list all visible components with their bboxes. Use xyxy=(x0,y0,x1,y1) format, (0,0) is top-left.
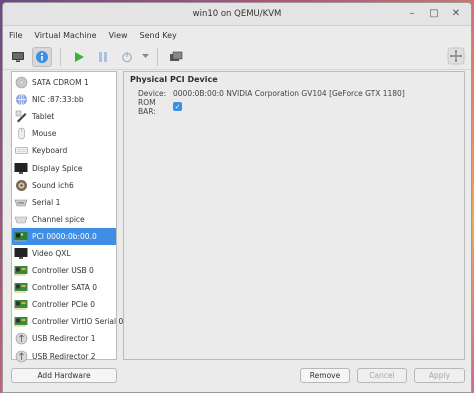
pause-button[interactable] xyxy=(93,47,113,67)
hardware-item-label: Serial 1 xyxy=(32,197,61,207)
hardware-item[interactable]: Display Spice xyxy=(12,159,116,176)
hardware-item[interactable]: Controller USB 0 xyxy=(12,262,116,279)
serial-icon xyxy=(14,196,28,209)
controller-icon xyxy=(14,281,28,294)
shutdown-button[interactable] xyxy=(117,47,137,67)
hardware-item-label: Controller USB 0 xyxy=(32,266,94,276)
toolbar xyxy=(3,44,471,70)
hardware-item[interactable]: Mouse xyxy=(12,125,116,142)
display-icon xyxy=(14,162,28,175)
hardware-list: SATA CDROM 1 NIC :87:33:bb Tablet Mouse Keyb… xyxy=(11,71,123,362)
cdrom-icon xyxy=(14,76,28,89)
apply-button[interactable]: Apply xyxy=(414,368,465,383)
menu-view[interactable]: View xyxy=(109,31,128,40)
hardware-item-label: Mouse xyxy=(32,129,57,139)
shutdown-menu-button[interactable] xyxy=(141,54,149,59)
hardware-item[interactable]: Tablet xyxy=(12,108,116,125)
controller-icon xyxy=(14,264,28,277)
usb-redirector-icon xyxy=(14,332,28,345)
monitor-icon xyxy=(12,51,24,62)
pci-icon xyxy=(14,230,28,243)
usb-redirector-icon xyxy=(14,350,28,363)
hardware-item-label: Controller PCIe 0 xyxy=(32,300,96,310)
hardware-item-label: Video QXL xyxy=(32,248,71,258)
menu-virtual-machine[interactable]: Virtual Machine xyxy=(34,31,96,40)
hardware-item[interactable]: USB Redirector 1 xyxy=(12,330,116,347)
hardware-item-label: Display Spice xyxy=(32,163,83,173)
hardware-item-label: Controller SATA 0 xyxy=(32,283,98,293)
detail-panel: Physical PCI Device Device: 0000:0B:00:0… xyxy=(123,71,465,360)
close-icon[interactable]: ✕ xyxy=(449,7,463,21)
menubar: File Virtual Machine View Send Key xyxy=(3,26,471,44)
snapshot-icon xyxy=(170,51,183,61)
window-controls: – □ ✕ xyxy=(405,7,463,21)
detail-title: Physical PCI Device xyxy=(130,75,218,84)
hardware-item-label: PCI 0000:0b:00.0 xyxy=(32,231,97,241)
hardware-item-label: Sound ich6 xyxy=(32,180,74,190)
device-row: Device: 0000:0B:00:0 NVIDIA Corporation … xyxy=(130,87,458,100)
keyboard-icon xyxy=(14,144,28,157)
hardware-item[interactable]: Controller SATA 0 xyxy=(12,279,116,296)
hardware-item[interactable]: Sound ich6 xyxy=(12,177,116,194)
device-value: 0000:0B:00:0 NVIDIA Corporation GV104 [G… xyxy=(173,89,405,98)
chevron-down-icon xyxy=(141,54,149,58)
hardware-item[interactable]: Controller VirtIO Serial 0 xyxy=(12,313,123,330)
menu-file[interactable]: File xyxy=(9,31,22,40)
hardware-item-label: NIC :87:33:bb xyxy=(32,95,84,105)
hardware-item[interactable]: SATA CDROM 1 xyxy=(12,74,116,91)
hardware-item[interactable]: Video QXL xyxy=(12,245,116,262)
hardware-item[interactable]: NIC :87:33:bb xyxy=(12,91,116,108)
console-button[interactable] xyxy=(8,47,28,67)
hardware-item[interactable]: Controller PCIe 0 xyxy=(12,296,116,313)
power-icon xyxy=(122,51,132,62)
hardware-item-label: USB Redirector 2 xyxy=(32,351,96,361)
hardware-item-label: SATA CDROM 1 xyxy=(32,78,89,88)
hardware-item-label: Tablet xyxy=(32,112,55,122)
controller-icon xyxy=(14,298,28,311)
content: SATA CDROM 1 NIC :87:33:bb Tablet Mouse Keyb… xyxy=(11,71,465,392)
maximize-icon[interactable]: □ xyxy=(427,7,441,21)
hardware-item[interactable]: Channel spice xyxy=(12,211,116,228)
cancel-button[interactable]: Cancel xyxy=(357,368,407,383)
toolbar-separator xyxy=(157,47,158,66)
add-hardware-button[interactable]: Add Hardware xyxy=(11,368,117,383)
details-button[interactable] xyxy=(32,46,52,67)
video-icon xyxy=(14,247,28,260)
minimize-icon[interactable]: – xyxy=(405,7,419,21)
menu-send-key[interactable]: Send Key xyxy=(140,31,177,40)
info-icon xyxy=(36,50,48,63)
titlebar: win10 on QEMU/KVM – □ ✕ xyxy=(3,3,471,26)
hardware-item[interactable]: USB Redirector 2 xyxy=(12,348,116,365)
fullscreen-button[interactable] xyxy=(447,47,465,67)
pause-icon xyxy=(99,51,107,62)
hardware-item-label: Keyboard xyxy=(32,146,68,156)
hardware-item-label: Controller VirtIO Serial 0 xyxy=(32,317,124,327)
mouse-icon xyxy=(14,127,28,140)
play-icon xyxy=(75,51,84,62)
fullscreen-icon xyxy=(447,47,465,65)
rombar-checkbox[interactable]: ✓ xyxy=(173,102,182,111)
hardware-item-label: USB Redirector 1 xyxy=(32,334,96,344)
network-icon xyxy=(14,93,28,106)
hardware-item-label: Channel spice xyxy=(32,214,85,224)
tablet-icon xyxy=(14,110,28,123)
channel-icon xyxy=(14,213,28,226)
rombar-row: ROM BAR: ✓ xyxy=(130,97,458,116)
hardware-item[interactable]: PCI 0000:0b:00.0 xyxy=(12,227,116,245)
controller-icon xyxy=(14,315,28,328)
toolbar-separator xyxy=(60,47,61,66)
sound-icon xyxy=(14,179,28,192)
rombar-label: ROM BAR: xyxy=(138,97,156,116)
vm-window: win10 on QEMU/KVM – □ ✕ File Virtual Mac… xyxy=(2,2,472,393)
hardware-item[interactable]: Serial 1 xyxy=(12,194,116,211)
run-button[interactable] xyxy=(69,47,89,67)
window-title: win10 on QEMU/KVM xyxy=(192,9,282,19)
checkmark-icon: ✓ xyxy=(174,102,181,111)
snapshots-button[interactable] xyxy=(166,47,186,67)
remove-button[interactable]: Remove xyxy=(300,368,350,383)
hardware-item[interactable]: Keyboard xyxy=(12,142,116,159)
